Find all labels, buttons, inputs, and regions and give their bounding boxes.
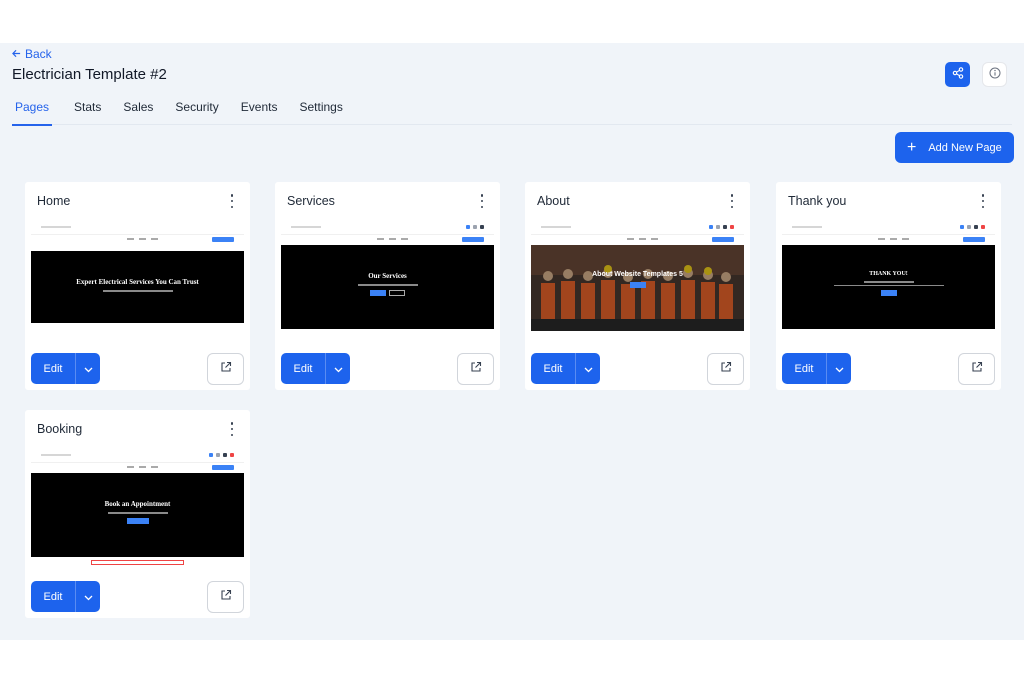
tab-bar: Pages Stats Sales Security Events Settin…: [12, 98, 1012, 126]
thumbnail-hero-text: Expert Electrical Services You Can Trust: [76, 278, 199, 286]
page-card-booking: Booking Book an Appointment Edit: [25, 410, 250, 618]
arrow-left-icon: [12, 47, 21, 61]
share-icon: [952, 66, 964, 84]
tab-sales[interactable]: Sales: [123, 98, 153, 125]
page-card-title: Services: [287, 194, 335, 208]
page-card-about: About About Website Templates 5 Edit: [525, 182, 750, 390]
tab-settings[interactable]: Settings: [299, 98, 342, 125]
external-link-icon: [470, 360, 482, 378]
edit-button[interactable]: Edit: [531, 353, 575, 384]
edit-button[interactable]: Edit: [281, 353, 325, 384]
tab-stats[interactable]: Stats: [74, 98, 101, 125]
chevron-down-icon: [84, 360, 93, 378]
thumbnail-hero-text: THANK YOU!: [869, 271, 908, 277]
edit-button[interactable]: Edit: [31, 353, 75, 384]
external-link-icon: [220, 588, 232, 606]
edit-dropdown-button[interactable]: [76, 353, 100, 384]
page-card-home: Home Expert Electrical Services You Can …: [25, 182, 250, 390]
edit-button-group: Edit: [782, 353, 851, 384]
edit-button-group: Edit: [531, 353, 600, 384]
page-title: Electrician Template #2: [12, 66, 167, 83]
tab-events[interactable]: Events: [241, 98, 278, 125]
page-card-title: About: [537, 194, 570, 208]
open-page-button[interactable]: [207, 581, 244, 613]
page-card-title: Booking: [37, 422, 83, 436]
open-page-button[interactable]: [958, 353, 995, 385]
chevron-down-icon: [835, 360, 844, 378]
chevron-down-icon: [334, 360, 343, 378]
more-vertical-icon[interactable]: [728, 194, 736, 208]
external-link-icon: [220, 360, 232, 378]
external-link-icon: [720, 360, 732, 378]
page-thumbnail[interactable]: About Website Templates 5: [531, 222, 744, 342]
page-card-title: Thank you: [788, 194, 847, 208]
share-button[interactable]: [945, 62, 970, 87]
edit-button-group: Edit: [31, 353, 100, 384]
edit-button-group: Edit: [31, 581, 100, 612]
add-new-page-button[interactable]: + Add New Page: [895, 132, 1014, 163]
edit-dropdown-button[interactable]: [827, 353, 851, 384]
chevron-down-icon: [584, 360, 593, 378]
open-page-button[interactable]: [457, 353, 494, 385]
page-thumbnail[interactable]: Expert Electrical Services You Can Trust: [31, 222, 244, 342]
add-new-page-label: Add New Page: [928, 141, 1002, 154]
more-vertical-icon[interactable]: [228, 422, 236, 436]
page-card-thank-you: Thank you THANK YOU! Edit: [776, 182, 1001, 390]
thumbnail-hero-text: Our Services: [368, 272, 407, 280]
page-thumbnail[interactable]: THANK YOU!: [782, 222, 995, 342]
thumbnail-hero-text: About Website Templates 5: [592, 271, 683, 278]
page-card-title: Home: [37, 194, 71, 208]
team-photo-image: [531, 245, 744, 331]
back-label: Back: [25, 47, 52, 61]
info-icon: [989, 66, 1001, 84]
page-card-services: Services Our Services Edit: [275, 182, 500, 390]
app-content: Back Electrician Template #2 Pages Stats…: [0, 43, 1024, 640]
back-link[interactable]: Back: [12, 47, 52, 61]
tab-security[interactable]: Security: [175, 98, 218, 125]
plus-icon: +: [907, 138, 917, 156]
page-thumbnail[interactable]: Our Services: [281, 222, 494, 342]
open-page-button[interactable]: [707, 353, 744, 385]
edit-button-group: Edit: [281, 353, 350, 384]
edit-dropdown-button[interactable]: [76, 581, 100, 612]
external-link-icon: [971, 360, 983, 378]
info-button[interactable]: [982, 62, 1007, 87]
edit-button[interactable]: Edit: [782, 353, 826, 384]
thumbnail-hero-text: Book an Appointment: [104, 500, 171, 508]
chevron-down-icon: [84, 588, 93, 606]
open-page-button[interactable]: [207, 353, 244, 385]
edit-dropdown-button[interactable]: [326, 353, 350, 384]
edit-button[interactable]: Edit: [31, 581, 75, 612]
edit-dropdown-button[interactable]: [576, 353, 600, 384]
tab-pages[interactable]: Pages: [12, 98, 53, 126]
more-vertical-icon[interactable]: [228, 194, 236, 208]
more-vertical-icon[interactable]: [979, 194, 987, 208]
more-vertical-icon[interactable]: [478, 194, 486, 208]
page-thumbnail[interactable]: Book an Appointment: [31, 450, 244, 570]
booking-form-placeholder: [91, 560, 184, 565]
